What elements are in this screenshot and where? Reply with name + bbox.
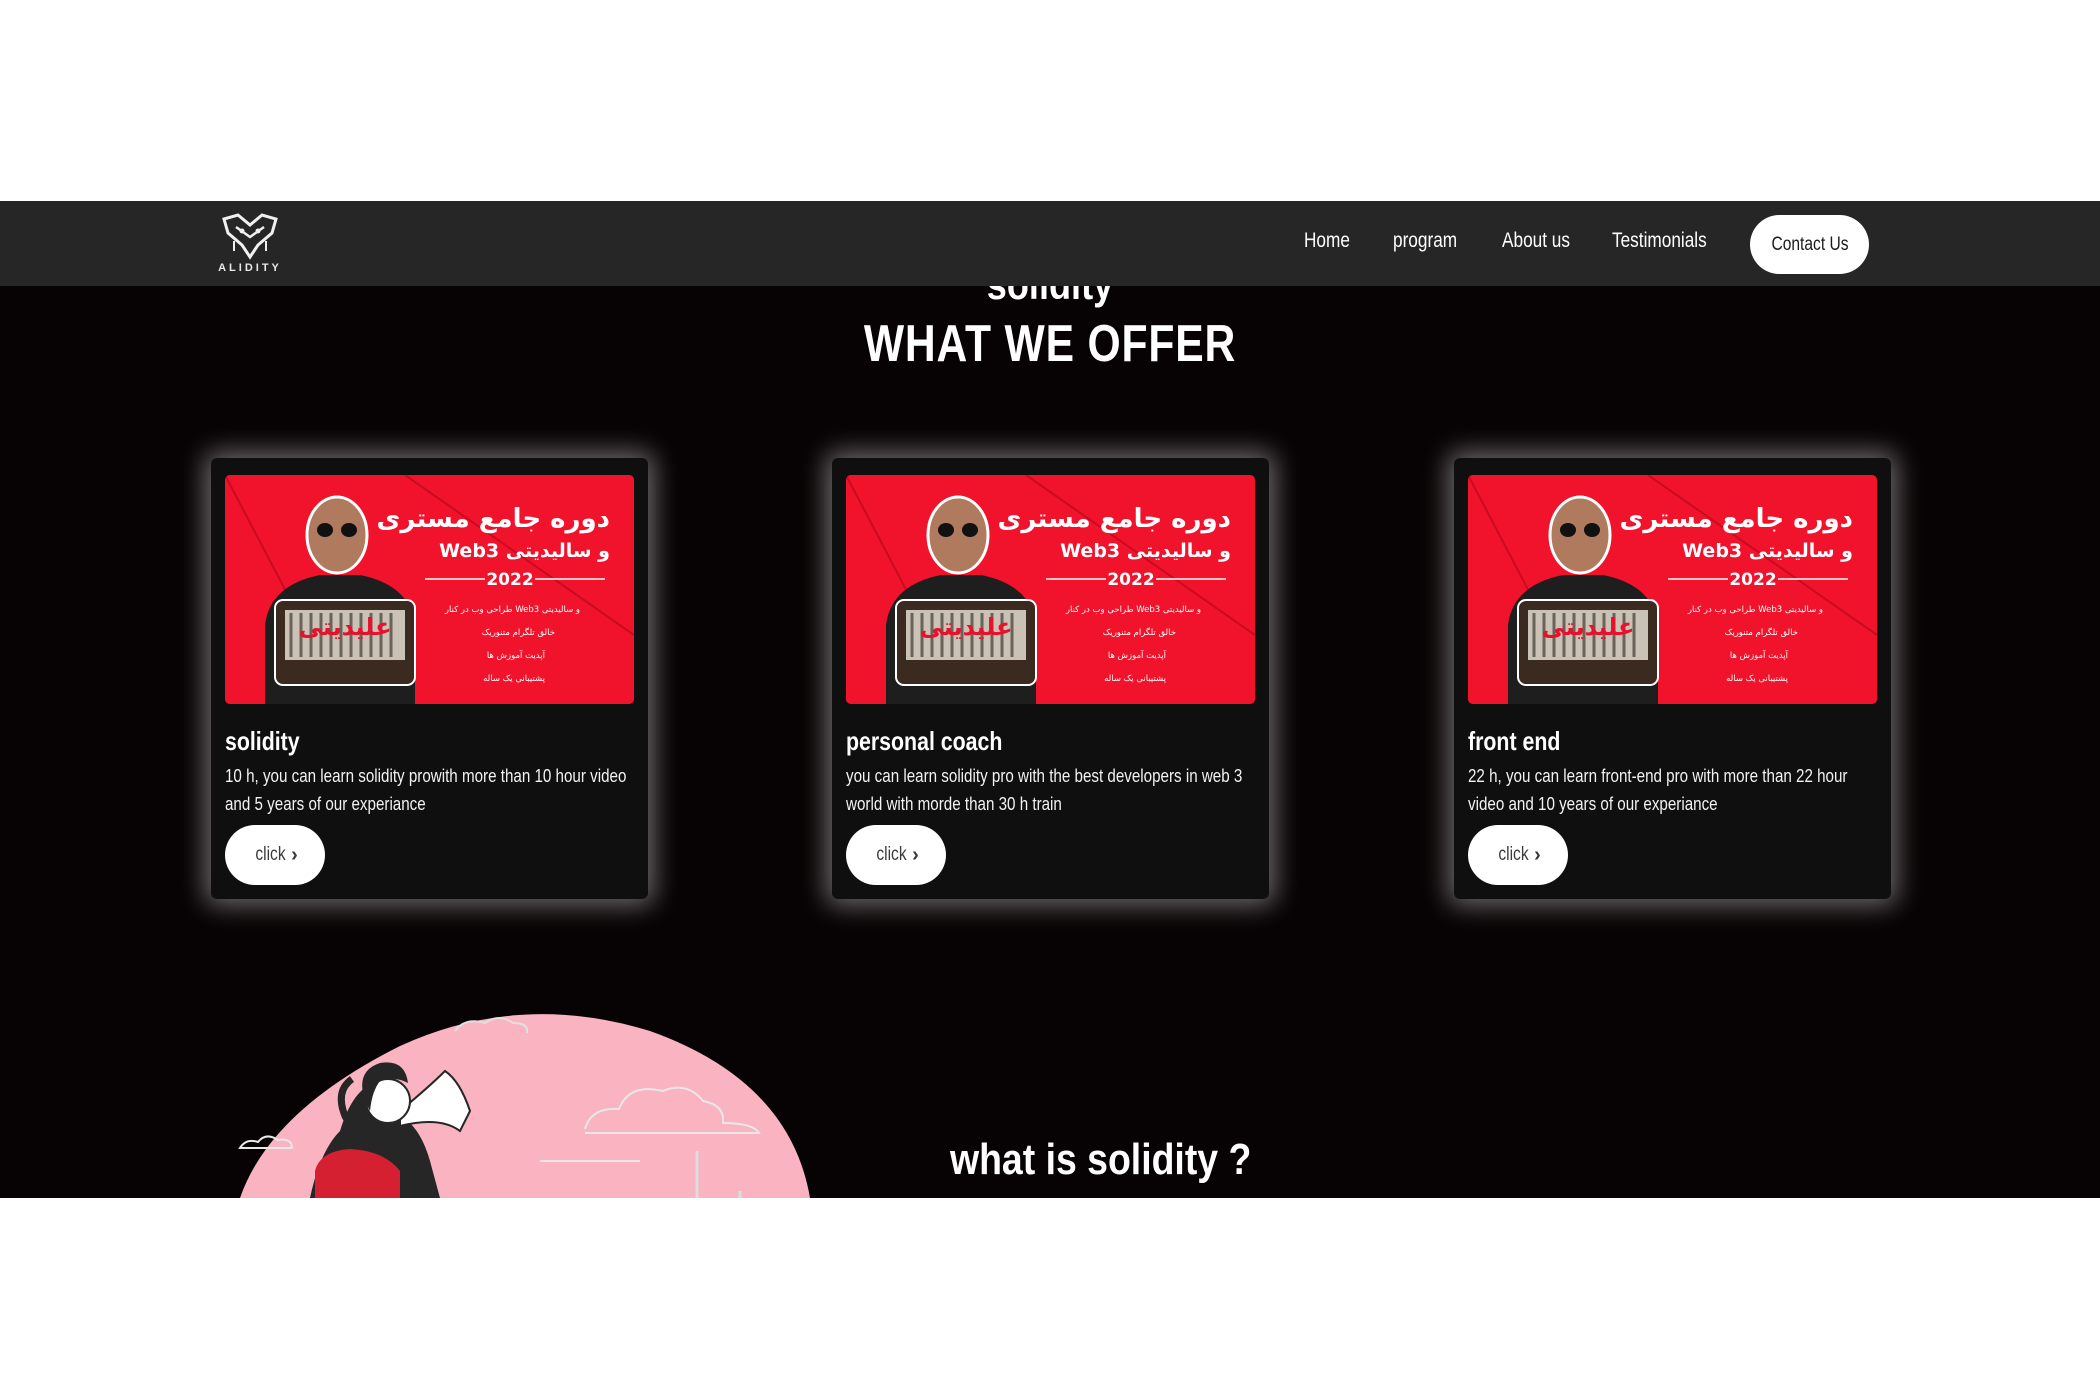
nav-about-us[interactable]: About us bbox=[1502, 229, 1570, 253]
svg-text:آپدیت آموزش ها: آپدیت آموزش ها bbox=[487, 649, 546, 661]
card-description: you can learn solidity pro with the best… bbox=[846, 765, 1243, 814]
offer-card-front-end: علیدیتی دوره جامع مستری Web3 و سالیدیتی … bbox=[1454, 458, 1891, 899]
svg-text:پشتیبانی یک ساله: پشتیبانی یک ساله bbox=[1104, 674, 1167, 684]
click-button[interactable]: click › bbox=[1468, 825, 1568, 885]
offer-card-personal-coach: علیدیتی دوره جامع مستری Web3 و سالیدیتی … bbox=[832, 458, 1269, 899]
page-viewport: ALIDITY Home program About us Testimonia… bbox=[0, 201, 2100, 1198]
hiker-illustration bbox=[238, 1014, 810, 1198]
section-title-text: WHAT WE OFFER bbox=[863, 315, 1237, 373]
course-image: علیدیتی دوره جامع مستری Web3 و سالیدیتی … bbox=[846, 475, 1255, 704]
card-description: 10 h, you can learn solidity prowith mor… bbox=[225, 765, 627, 814]
svg-text:طراحی وب در کنار Web3 و سالیدی: طراحی وب در کنار Web3 و سالیدیتی bbox=[444, 605, 580, 615]
svg-text:آپدیت آموزش ها: آپدیت آموزش ها bbox=[1108, 649, 1167, 661]
navbar: ALIDITY Home program About us Testimonia… bbox=[0, 201, 2100, 286]
svg-text:پشتیبانی یک ساله: پشتیبانی یک ساله bbox=[483, 674, 546, 684]
chevron-right-icon: › bbox=[1534, 843, 1541, 866]
offer-card-solidity: علیدیتی دوره جامع مستری Web3 و سالیدیتی … bbox=[211, 458, 648, 899]
svg-text:دوره جامع مستری: دوره جامع مستری bbox=[1620, 504, 1853, 534]
nav-home[interactable]: Home bbox=[1304, 229, 1350, 253]
svg-text:خالق تلگرام متنوریک: خالق تلگرام متنوریک bbox=[482, 627, 555, 638]
logo-mark-icon bbox=[222, 213, 278, 260]
chevron-right-icon: › bbox=[291, 843, 298, 866]
course-image: علیدیتی دوره جامع مستری Web3 و سالیدیتی … bbox=[225, 475, 634, 704]
contact-us-label: Contact Us bbox=[1770, 233, 1849, 255]
click-label: click bbox=[255, 844, 286, 865]
svg-text:علیدیتی: علیدیتی bbox=[920, 613, 1013, 641]
svg-text:پشتیبانی یک ساله: پشتیبانی یک ساله bbox=[1726, 674, 1789, 684]
svg-text:دوره جامع مستری: دوره جامع مستری bbox=[377, 504, 610, 534]
card-title: solidity bbox=[225, 726, 300, 756]
svg-text:Web3 و سالیدیتی: Web3 و سالیدیتی bbox=[1060, 540, 1231, 562]
chevron-right-icon: › bbox=[912, 843, 919, 866]
svg-text:دوره جامع مستری: دوره جامع مستری bbox=[998, 504, 1231, 534]
click-label: click bbox=[1498, 844, 1529, 865]
nav-program[interactable]: program bbox=[1393, 229, 1457, 253]
click-label: click bbox=[876, 844, 907, 865]
svg-text:2022: 2022 bbox=[1107, 570, 1154, 590]
card-title: front end bbox=[1468, 726, 1561, 756]
section-title: WHAT WE OFFER bbox=[0, 314, 2100, 374]
svg-text:خالق تلگرام متنوریک: خالق تلگرام متنوریک bbox=[1725, 627, 1798, 638]
contact-us-button[interactable]: Contact Us bbox=[1750, 215, 1869, 274]
svg-text:Web3 و سالیدیتی: Web3 و سالیدیتی bbox=[439, 540, 610, 562]
svg-text:2022: 2022 bbox=[486, 570, 533, 590]
course-image: علیدیتی دوره جامع مستری Web3 و سالیدیتی … bbox=[1468, 475, 1877, 704]
svg-text:آپدیت آموزش ها: آپدیت آموزش ها bbox=[1730, 649, 1789, 661]
svg-text:طراحی وب در کنار Web3 و سالیدی: طراحی وب در کنار Web3 و سالیدیتی bbox=[1687, 605, 1823, 615]
svg-text:2022: 2022 bbox=[1729, 570, 1776, 590]
svg-text:Web3 و سالیدیتی: Web3 و سالیدیتی bbox=[1682, 540, 1853, 562]
logo-text: ALIDITY bbox=[218, 262, 282, 274]
svg-text:خالق تلگرام متنوریک: خالق تلگرام متنوریک bbox=[1103, 627, 1176, 638]
click-button[interactable]: click › bbox=[225, 825, 325, 885]
what-is-solidity-heading: what is solidity ? bbox=[950, 1135, 1252, 1184]
logo[interactable]: ALIDITY bbox=[214, 211, 286, 277]
svg-text:علیدیتی: علیدیتی bbox=[1542, 613, 1635, 641]
card-title: personal coach bbox=[846, 726, 1003, 756]
svg-text:علیدیتی: علیدیتی bbox=[299, 613, 392, 641]
card-description: 22 h, you can learn front-end pro with m… bbox=[1468, 765, 1848, 814]
click-button[interactable]: click › bbox=[846, 825, 946, 885]
nav-testimonials[interactable]: Testimonials bbox=[1612, 229, 1707, 253]
svg-text:طراحی وب در کنار Web3 و سالیدی: طراحی وب در کنار Web3 و سالیدیتی bbox=[1065, 605, 1201, 615]
